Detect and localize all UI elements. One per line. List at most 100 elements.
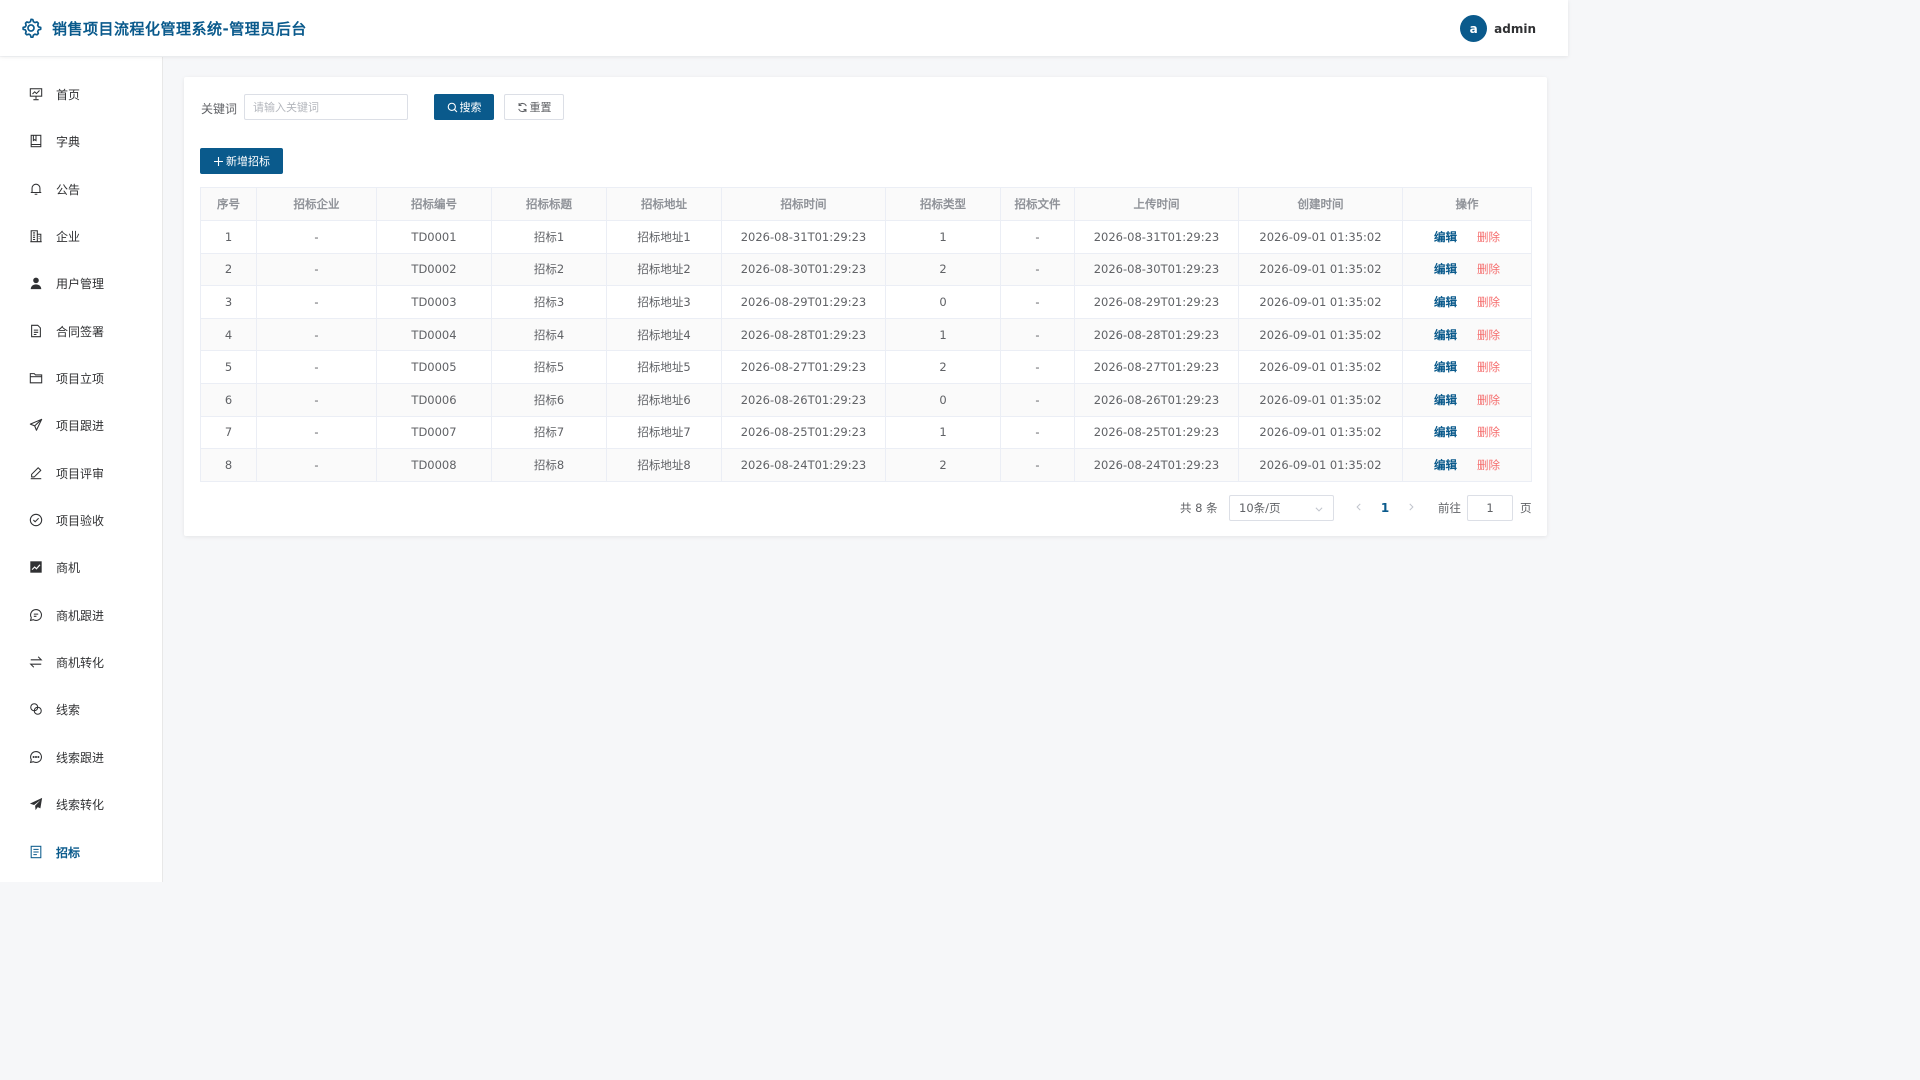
cell-address: 招标地址6 <box>606 382 722 417</box>
sidebar-item-user-management[interactable]: 用户管理 <box>0 265 162 301</box>
sidebar-item-notice[interactable]: 公告 <box>0 171 162 207</box>
delete-button[interactable]: 删除 <box>1477 360 1500 374</box>
edit-button[interactable]: 编辑 <box>1434 360 1457 374</box>
cell-company: - <box>256 350 377 384</box>
cell-type: 1 <box>885 220 1001 254</box>
sidebar-item-label: 项目评审 <box>56 466 105 481</box>
sidebar-item-contract[interactable]: 合同签署 <box>0 313 162 349</box>
sidebar-item-bidding[interactable]: 招标 <box>0 834 162 870</box>
cell-upload-time: 2026-08-30T01:29:23 <box>1074 252 1239 287</box>
edit-button[interactable]: 编辑 <box>1434 328 1457 342</box>
sidebar-item-lead-followup[interactable]: 线索跟进 <box>0 739 162 775</box>
reset-button[interactable]: 重置 <box>504 94 564 120</box>
cell-title: 招标4 <box>491 317 607 352</box>
sidebar-item-project-review[interactable]: 项目评审 <box>0 455 162 491</box>
sidebar-item-label: 招标 <box>56 845 81 860</box>
cell-actions: 编辑 删除 <box>1402 415 1532 450</box>
sidebar-item-lead-conversion[interactable]: 线索转化 <box>0 786 162 822</box>
cell-address: 招标地址7 <box>606 415 722 450</box>
username[interactable]: admin <box>1494 22 1536 36</box>
delete-button[interactable]: 删除 <box>1477 230 1500 244</box>
edit-button[interactable]: 编辑 <box>1434 230 1457 244</box>
app-title: 销售项目流程化管理系统-管理员后台 <box>52 19 307 38</box>
cell-address: 招标地址5 <box>606 350 722 384</box>
edit-button[interactable]: 编辑 <box>1434 295 1457 309</box>
edit-button[interactable]: 编辑 <box>1434 425 1457 439</box>
cell-actions: 编辑 删除 <box>1402 382 1532 417</box>
top-bar: 销售项目流程化管理系统-管理员后台 a admin <box>0 0 1568 56</box>
delete-button[interactable]: 删除 <box>1477 458 1500 472</box>
sidebar-item-label: 企业 <box>56 229 81 244</box>
content-card: 关键词 搜索 重置 新增招标 序号 招标企业 招标编号 招标标题 招标地址 招标… <box>184 77 1547 536</box>
keyword-input[interactable] <box>244 94 408 120</box>
sidebar-item-label: 线索跟进 <box>56 750 105 765</box>
cell-bid-time: 2026-08-31T01:29:23 <box>721 220 886 254</box>
cell-index: 8 <box>200 448 257 482</box>
cell-company: - <box>256 448 377 482</box>
column-header-code: 招标编号 <box>376 187 492 221</box>
search-button[interactable]: 搜索 <box>434 94 494 120</box>
sidebar-item-opportunity-conversion[interactable]: 商机转化 <box>0 644 162 680</box>
edit-button[interactable]: 编辑 <box>1434 262 1457 276</box>
add-bidding-button[interactable]: 新增招标 <box>200 148 283 174</box>
page-number-current[interactable]: 1 <box>1372 495 1398 521</box>
sidebar-item-lead[interactable]: 线索 <box>0 691 162 727</box>
cell-created-time: 2026-09-01 01:35:02 <box>1238 350 1403 384</box>
cell-bid-time: 2026-08-29T01:29:23 <box>721 285 886 319</box>
cell-company: - <box>256 252 377 287</box>
delete-button[interactable]: 删除 <box>1477 328 1500 342</box>
reset-button-label: 重置 <box>529 101 552 114</box>
cell-upload-time: 2026-08-26T01:29:23 <box>1074 382 1239 417</box>
page-suffix-label: 页 <box>1520 501 1532 515</box>
sidebar-item-label: 商机转化 <box>56 655 105 670</box>
edit-pen-icon <box>28 466 43 481</box>
cell-file: - <box>1000 350 1075 384</box>
cell-created-time: 2026-09-01 01:35:02 <box>1238 448 1403 482</box>
delete-button[interactable]: 删除 <box>1477 393 1500 407</box>
column-header-created-time: 创建时间 <box>1238 187 1403 221</box>
page-size-select[interactable]: 10条/页 <box>1229 495 1334 521</box>
chevron-down-icon <box>1314 503 1324 517</box>
prev-page-button[interactable] <box>1346 495 1372 521</box>
sidebar-item-dictionary[interactable]: 字典 <box>0 123 162 159</box>
delete-button[interactable]: 删除 <box>1477 295 1500 309</box>
user-menu[interactable]: a admin <box>1460 15 1536 42</box>
add-bidding-button-label: 新增招标 <box>226 155 270 168</box>
delete-button[interactable]: 删除 <box>1477 262 1500 276</box>
delete-button[interactable]: 删除 <box>1477 425 1500 439</box>
sidebar-item-label: 项目验收 <box>56 513 105 528</box>
check-circle-icon <box>28 513 43 528</box>
goto-page-input[interactable] <box>1467 495 1513 521</box>
tickets-icon <box>28 845 43 860</box>
send-icon <box>28 418 43 433</box>
edit-button[interactable]: 编辑 <box>1434 458 1457 472</box>
sidebar-item-opportunity-followup[interactable]: 商机跟进 <box>0 597 162 633</box>
sidebar-item-enterprise[interactable]: 企业 <box>0 218 162 254</box>
sidebar-item-label: 项目跟进 <box>56 418 105 433</box>
cell-company: - <box>256 415 377 450</box>
cell-file: - <box>1000 317 1075 352</box>
cell-company: - <box>256 220 377 254</box>
cell-type: 0 <box>885 382 1001 417</box>
sidebar-item-project-setup[interactable]: 项目立项 <box>0 360 162 396</box>
next-page-button[interactable] <box>1398 495 1424 521</box>
cell-code: TD0002 <box>376 252 492 287</box>
sidebar-item-label: 用户管理 <box>56 276 105 291</box>
cell-code: TD0001 <box>376 220 492 254</box>
edit-button[interactable]: 编辑 <box>1434 393 1457 407</box>
sidebar-item-project-followup[interactable]: 项目跟进 <box>0 407 162 443</box>
column-header-file: 招标文件 <box>1000 187 1075 221</box>
column-header-upload-time: 上传时间 <box>1074 187 1239 221</box>
table-row: 2- TD0002 招标2 招标地址2 2026-08-30T01:29:23 2-202… <box>200 252 1532 287</box>
cell-type: 1 <box>885 415 1001 450</box>
cell-address: 招标地址8 <box>606 448 722 482</box>
cell-created-time: 2026-09-01 01:35:02 <box>1238 252 1403 287</box>
column-header-company: 招标企业 <box>256 187 377 221</box>
column-header-type: 招标类型 <box>885 187 1001 221</box>
cell-actions: 编辑 删除 <box>1402 448 1532 482</box>
sidebar-item-home[interactable]: 首页 <box>0 76 162 112</box>
sidebar-item-opportunity[interactable]: 商机 <box>0 549 162 585</box>
sidebar-item-label: 商机 <box>56 560 81 575</box>
avatar[interactable]: a <box>1460 15 1488 42</box>
sidebar-item-project-acceptance[interactable]: 项目验收 <box>0 502 162 538</box>
